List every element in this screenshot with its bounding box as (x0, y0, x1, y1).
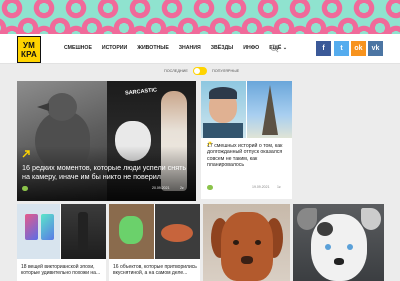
feed-toggle: Последние Популярные (0, 67, 400, 77)
category-badge[interactable] (22, 186, 28, 191)
feature-date: 20.09.2021 (152, 186, 170, 190)
dog-nose (241, 256, 253, 264)
toggle-knob (194, 68, 200, 74)
article-card-food[interactable]: 16 объектов, которые притворились вкусня… (109, 204, 200, 281)
dog-ear (361, 208, 381, 230)
nav-item-knowledge[interactable]: Знания (179, 45, 201, 51)
croissant-shape (161, 224, 193, 242)
toggle-popular-label[interactable]: Популярные (212, 69, 239, 73)
side-views: 1к (277, 185, 281, 189)
toggle-latest-label[interactable]: Последние (164, 69, 188, 73)
article-title[interactable]: 16 объектов, которые притворились вкусня… (113, 264, 197, 276)
category-badge[interactable] (207, 185, 213, 190)
twitter-share-button[interactable]: t (334, 41, 349, 56)
article-title[interactable]: 18 вещей викторианской эпохи, которые уд… (21, 264, 105, 276)
dog-eye (325, 244, 331, 250)
nav-item-funny[interactable]: Смешное (64, 45, 92, 51)
main-nav: Смешное Истории Животные Знания Звёзды И… (64, 45, 297, 51)
photo-caption-text: SARCASTIC (124, 87, 158, 97)
dog-ear (297, 208, 317, 230)
bird-beak (37, 103, 49, 111)
nav-item-info[interactable]: Инфо (243, 45, 259, 51)
facebook-share-button[interactable]: f (316, 41, 331, 56)
man-selfie-photo (201, 81, 246, 138)
phones-photo (17, 204, 60, 259)
nav-item-stars[interactable]: Звёзды (211, 45, 234, 51)
nav-item-stories[interactable]: Истории (102, 45, 127, 51)
hair-shape (209, 87, 237, 99)
featured-article-card[interactable]: SARCASTIC 16 редких моментов, которые лю… (17, 81, 196, 201)
side-date: 19.09.2021 (252, 185, 270, 189)
dog-photo-card[interactable] (203, 204, 290, 281)
site-logo[interactable]: УМ КРА (17, 36, 41, 63)
side-article-card[interactable]: 17 смешных историй о том, как долгожданн… (201, 81, 292, 199)
dog-photo-card[interactable] (293, 204, 384, 281)
jelly-shape (119, 216, 143, 244)
dog-eye (255, 240, 261, 245)
arrow-up-right-icon (22, 150, 30, 158)
site-header: УМ КРА Смешное Истории Животные Знания З… (0, 34, 400, 64)
search-icon[interactable] (270, 44, 279, 53)
feed-toggle-switch[interactable] (193, 67, 207, 75)
eiffel-tower-shape (262, 85, 278, 135)
vkontakte-share-button[interactable]: vk (368, 41, 383, 56)
feature-views: 2к (180, 186, 184, 190)
microscope-photo (61, 204, 106, 259)
logo-line2: КРА (21, 49, 37, 59)
dog-nose (334, 258, 344, 265)
article-card-victorian[interactable]: 18 вещей викторианской эпохи, которые уд… (17, 204, 106, 281)
phone-shape (25, 214, 38, 240)
side-article-title[interactable]: 17 смешных историй о том, как долгожданн… (207, 143, 289, 168)
dog-face (311, 214, 367, 281)
logo-line1: УМ (22, 40, 36, 50)
odnoklassniki-share-button[interactable]: ok (351, 41, 366, 56)
dog-face (221, 212, 273, 281)
featured-article-title[interactable]: 16 редких моментов, которые люди успели … (22, 163, 192, 182)
shirt-shape (203, 123, 243, 138)
dog-spot (317, 222, 333, 236)
phone-shape (41, 214, 54, 240)
dog-eye (347, 244, 353, 250)
jelly-photo (109, 204, 154, 259)
dog-eye (233, 240, 239, 245)
nav-item-animals[interactable]: Животные (137, 45, 169, 51)
bird-head (47, 93, 77, 121)
croissant-photo (155, 204, 200, 259)
microscope-shape (78, 212, 88, 252)
eiffel-tower-photo (247, 81, 292, 138)
